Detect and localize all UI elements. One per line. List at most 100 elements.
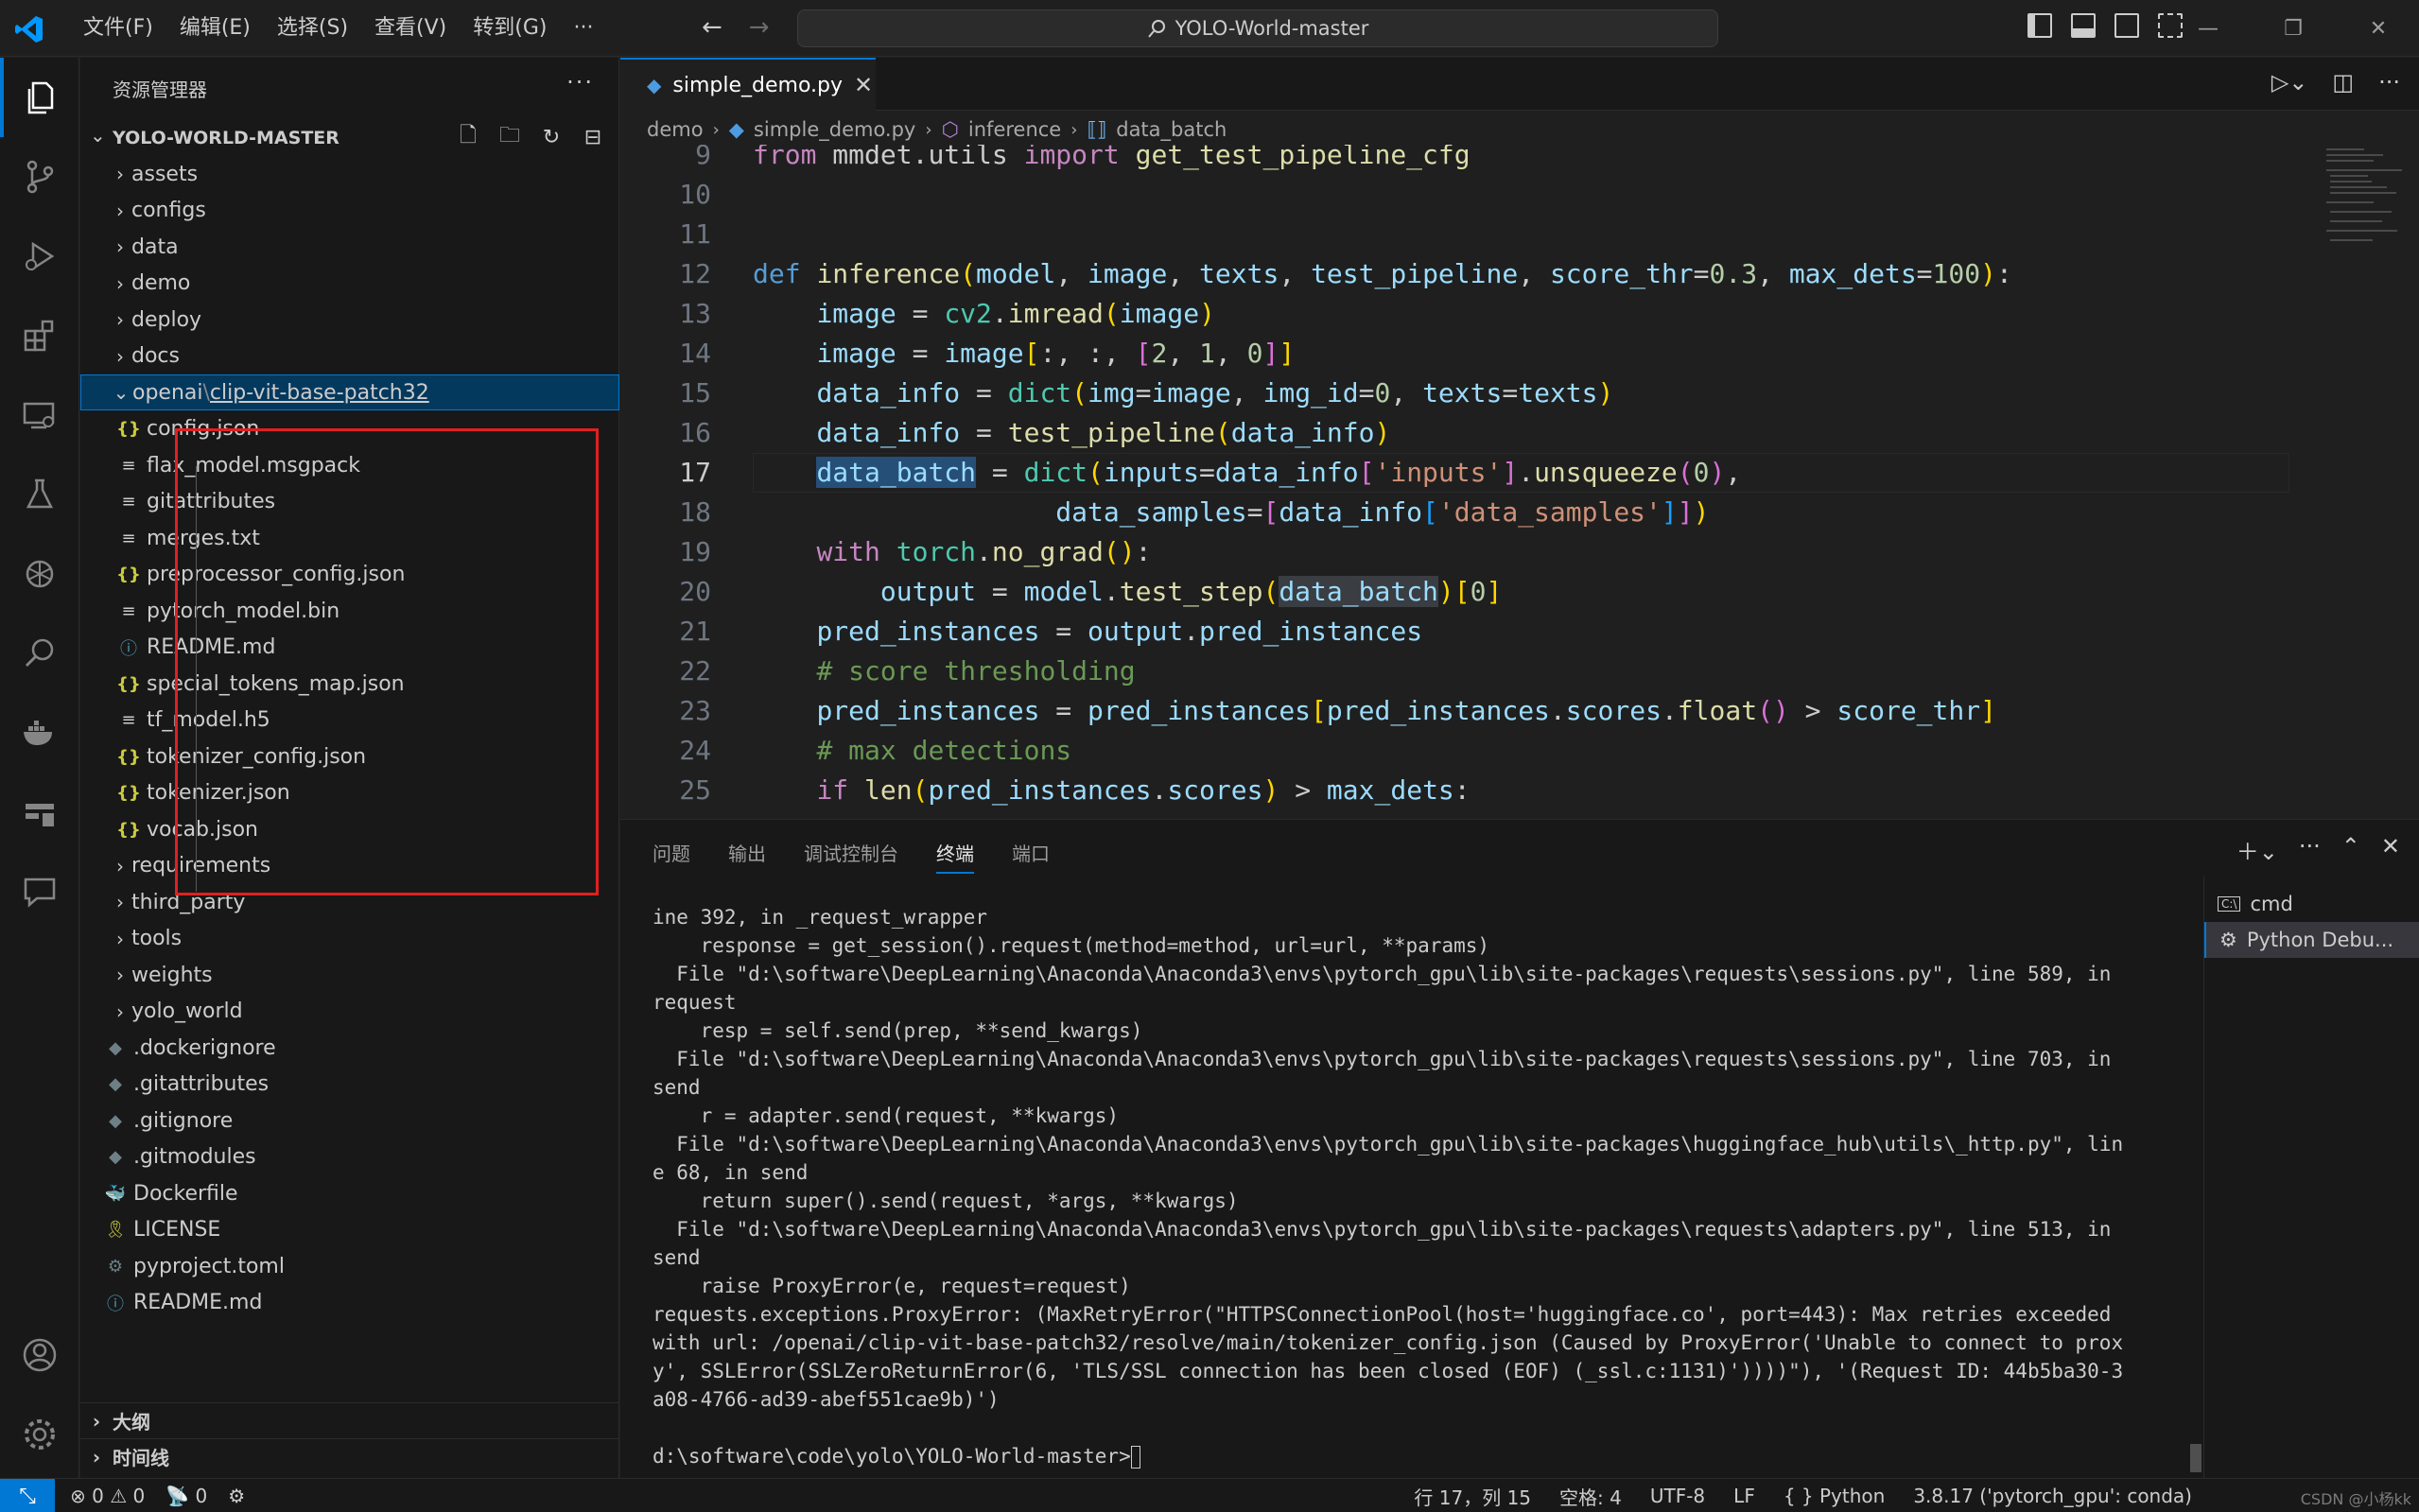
terminal-scrollbar[interactable]: [2190, 1444, 2201, 1472]
minimize-icon[interactable]: —: [2166, 0, 2251, 57]
menu-selection[interactable]: 选择(S): [264, 0, 361, 57]
menu-edit[interactable]: 编辑(E): [166, 0, 264, 57]
tree-file[interactable]: ≡ pytorch_model.bin: [80, 593, 619, 629]
tree-file[interactable]: 🐳 Dockerfile: [80, 1175, 619, 1211]
tree-file[interactable]: 🎗 LICENSE: [80, 1212, 619, 1248]
remote-explorer-icon[interactable]: [0, 375, 79, 455]
breadcrumb-file[interactable]: simple_demo.py: [754, 118, 915, 141]
tree-file[interactable]: ≡ tf_model.h5: [80, 703, 619, 739]
docker-icon[interactable]: [0, 693, 79, 773]
outline-section[interactable]: › 大纲: [80, 1402, 619, 1438]
close-panel-icon[interactable]: ✕: [2381, 833, 2400, 866]
tree-folder[interactable]: › yolo_world: [80, 994, 619, 1030]
tree-folder[interactable]: › third_party: [80, 884, 619, 920]
tree-file[interactable]: ◆ .gitignore: [80, 1103, 619, 1138]
maximize-panel-icon[interactable]: ⌃: [2341, 833, 2360, 866]
tree-file[interactable]: ⚙ pyproject.toml: [80, 1248, 619, 1284]
line-endings[interactable]: LF: [1733, 1485, 1755, 1507]
chatgpt-icon[interactable]: [0, 534, 79, 614]
editor-more-icon[interactable]: ···: [2378, 69, 2400, 96]
cursor-position[interactable]: 行 17，列 15: [1414, 1483, 1531, 1510]
ports-status[interactable]: 📡 0: [165, 1485, 207, 1507]
breadcrumb-variable[interactable]: data_batch: [1116, 118, 1227, 141]
panel-more-icon[interactable]: ···: [2299, 833, 2321, 866]
tree-folder[interactable]: › weights: [80, 957, 619, 993]
chat-icon[interactable]: [0, 852, 79, 931]
split-editor-icon[interactable]: ◫: [2332, 69, 2354, 96]
toggle-secondary-sidebar-icon[interactable]: [2114, 13, 2139, 38]
minimap[interactable]: [2315, 145, 2419, 287]
tree-file[interactable]: ≡ flax_model.msgpack: [80, 447, 619, 483]
encoding[interactable]: UTF-8: [1650, 1485, 1705, 1507]
tree-folder[interactable]: › configs: [80, 193, 619, 229]
tree-folder[interactable]: › demo: [80, 266, 619, 302]
back-arrow-icon[interactable]: ←: [702, 13, 722, 42]
code-editor[interactable]: 9 from mmdet.utils import get_test_pipeli…: [620, 145, 2351, 819]
indentation[interactable]: 空格: 4: [1559, 1483, 1622, 1510]
tab-ports[interactable]: 端口: [1012, 839, 1050, 874]
close-window-icon[interactable]: ✕: [2336, 0, 2419, 57]
tree-folder[interactable]: › deploy: [80, 302, 619, 338]
collapse-all-icon[interactable]: ⊟: [580, 124, 606, 150]
tab-simple-demo[interactable]: ◆ simple_demo.py ✕: [620, 58, 876, 111]
menu-file[interactable]: 文件(F): [70, 0, 166, 57]
tree-folder[interactable]: › requirements: [80, 848, 619, 884]
testing-icon[interactable]: [0, 455, 79, 534]
tree-file[interactable]: ≡ gitattributes: [80, 484, 619, 520]
menu-go[interactable]: 转到(G): [460, 0, 560, 57]
tree-folder[interactable]: › tools: [80, 921, 619, 957]
source-control-icon[interactable]: [0, 137, 79, 217]
tree-folder-selected[interactable]: ⌄ openai \ clip-vit-base-patch32: [80, 374, 619, 410]
problems-status[interactable]: ⊗ 0 ⚠ 0: [70, 1485, 145, 1507]
tree-file[interactable]: {} tokenizer_config.json: [80, 739, 619, 774]
command-center-search[interactable]: YOLO-World-master: [797, 9, 1718, 47]
extensions-icon[interactable]: [0, 296, 79, 375]
debug-status-icon[interactable]: ⚙: [228, 1485, 245, 1507]
settings-gear-icon[interactable]: [0, 1395, 79, 1474]
run-debug-icon[interactable]: [0, 217, 79, 296]
tree-file[interactable]: ⓘ README.md: [80, 1285, 619, 1321]
tab-terminal[interactable]: 终端: [936, 839, 974, 874]
close-tab-icon[interactable]: ✕: [854, 72, 873, 98]
new-file-icon[interactable]: 🗋: [455, 124, 481, 150]
search-sidebar-icon[interactable]: [0, 614, 79, 693]
menu-more[interactable]: ···: [560, 0, 606, 57]
tree-file[interactable]: {} vocab.json: [80, 811, 619, 847]
refresh-icon[interactable]: ↻: [538, 124, 565, 150]
tree-file[interactable]: {} special_tokens_map.json: [80, 666, 619, 702]
tab-problems[interactable]: 问题: [653, 839, 690, 874]
terminal-output[interactable]: ine 392, in _request_wrapper response = …: [653, 903, 2123, 1470]
gitlens-icon[interactable]: [0, 773, 79, 852]
tab-debug-console[interactable]: 调试控制台: [804, 839, 898, 874]
tree-file[interactable]: {} preprocessor_config.json: [80, 557, 619, 593]
tree-file[interactable]: ◆ .gitmodules: [80, 1139, 619, 1175]
remote-indicator-icon[interactable]: ⤡: [0, 1479, 55, 1512]
workspace-root-header[interactable]: ⌄ YOLO-WORLD-MASTER 🗋 🗀 ↻ ⊟: [80, 120, 619, 154]
python-interpreter[interactable]: 3.8.17 ('pytorch_gpu': conda): [1913, 1485, 2192, 1507]
explorer-icon[interactable]: [0, 58, 79, 137]
tree-file[interactable]: ◆ .dockerignore: [80, 1030, 619, 1066]
tree-folder[interactable]: › data: [80, 229, 619, 265]
tree-folder[interactable]: › assets: [80, 156, 619, 192]
breadcrumb-folder[interactable]: demo: [647, 118, 704, 141]
tab-output[interactable]: 输出: [728, 839, 766, 874]
timeline-section[interactable]: › 时间线: [80, 1438, 619, 1474]
account-icon[interactable]: [0, 1315, 79, 1395]
tree-file[interactable]: {} config.json: [80, 411, 619, 447]
sidebar-more-button[interactable]: ···: [566, 69, 594, 96]
tree-file[interactable]: ◆ .gitattributes: [80, 1067, 619, 1103]
language-mode[interactable]: { } Python: [1784, 1485, 1886, 1507]
breadcrumb-function[interactable]: inference: [968, 118, 1061, 141]
forward-arrow-icon[interactable]: →: [749, 13, 770, 42]
maximize-icon[interactable]: ❐: [2251, 0, 2336, 57]
new-folder-icon[interactable]: 🗀: [496, 124, 523, 150]
tree-file[interactable]: ⓘ README.md: [80, 630, 619, 666]
run-icon[interactable]: ▷⌄: [2271, 69, 2308, 96]
toggle-panel-icon[interactable]: [2071, 13, 2096, 38]
menu-view[interactable]: 查看(V): [361, 0, 460, 57]
terminal-python-debug[interactable]: ⚙ Python Debu...: [2204, 922, 2419, 958]
new-terminal-icon[interactable]: ＋⌄: [2236, 833, 2278, 866]
tree-folder[interactable]: › docs: [80, 339, 619, 374]
terminal-cmd[interactable]: C:\ cmd: [2204, 886, 2419, 922]
tree-file[interactable]: ≡ merges.txt: [80, 520, 619, 556]
